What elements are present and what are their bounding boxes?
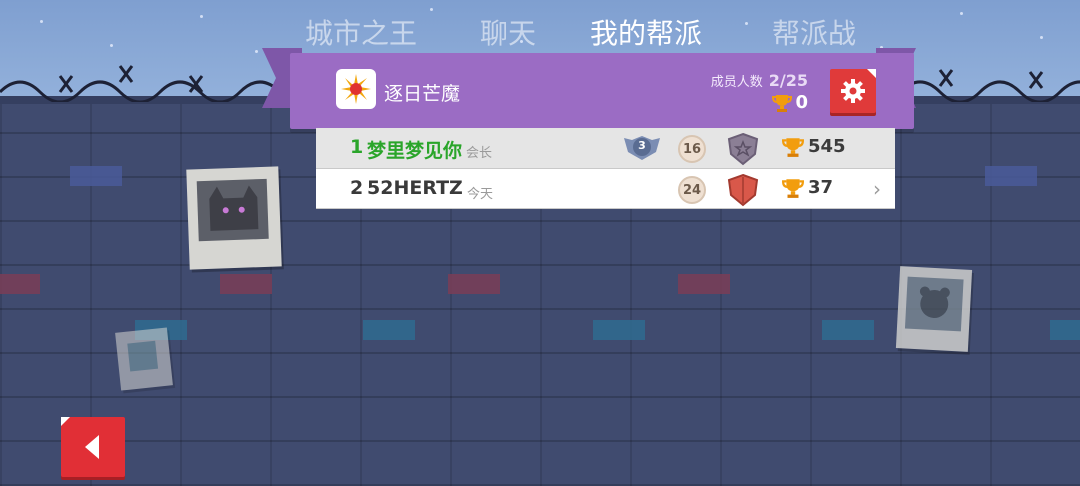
wall-brick — [985, 166, 1037, 186]
sun-emblem-icon — [336, 69, 376, 109]
tab-gang-war[interactable]: 帮派战 — [772, 12, 856, 52]
wall-brick — [0, 274, 40, 294]
member-role: 会长 — [466, 146, 493, 161]
wall-poster-small — [115, 327, 173, 391]
back-button[interactable] — [61, 417, 125, 477]
gang-name: 逐日芒魔 — [384, 83, 461, 105]
wall-brick — [678, 274, 730, 294]
cat-silhouette-icon — [196, 178, 269, 242]
gang-trophy-value: 0 — [795, 92, 808, 113]
wall-brick — [70, 166, 122, 186]
gang-trophy-total: 0 — [772, 92, 808, 113]
tab-chat[interactable]: 聊天 — [480, 12, 536, 52]
member-name: 梦里梦见你 — [367, 140, 463, 162]
member-level: 24 — [678, 176, 706, 204]
wall-brick — [363, 320, 415, 340]
member-list: 1 梦里梦见你 会长 3 16 545 2 52HERTZ 今天 24 37 › — [316, 128, 895, 209]
member-row[interactable]: 1 梦里梦见你 会长 3 16 545 — [316, 128, 895, 169]
member-trophy-value: 545 — [808, 136, 846, 157]
wall-poster-cat — [186, 166, 282, 270]
members-count: 2/25 — [768, 71, 808, 90]
member-count-group: 成员人数 2/25 — [711, 71, 808, 90]
bear-silhouette-icon — [904, 276, 964, 332]
chevron-right-icon[interactable]: › — [873, 177, 881, 201]
arrow-left-icon — [85, 435, 99, 459]
member-name: 52HERTZ — [367, 177, 463, 199]
member-level: 16 — [678, 135, 706, 163]
member-trophies: 37 — [782, 177, 833, 198]
wall-brick — [593, 320, 645, 340]
rank-badge-level: 3 — [638, 139, 646, 152]
trophy-icon — [782, 178, 804, 198]
member-last-seen: 今天 — [467, 187, 494, 202]
top-tab-bar: 城市之王 聊天 我的帮派 帮派战 — [0, 12, 1080, 52]
game-screen: 城市之王 聊天 我的帮派 帮派战 逐日芒魔 成员人数 2/25 0 1 梦里梦见… — [0, 0, 1080, 486]
wall-brick — [220, 274, 272, 294]
league-shield-icon — [726, 173, 760, 211]
tab-city-king[interactable]: 城市之王 — [305, 12, 417, 52]
wall-brick — [448, 274, 500, 294]
gang-header-banner: 逐日芒魔 成员人数 2/25 0 — [290, 53, 914, 129]
members-label: 成员人数 — [710, 75, 763, 90]
trophy-icon — [782, 137, 804, 157]
member-trophies: 545 — [782, 136, 846, 157]
wall-poster-bear — [895, 266, 973, 352]
settings-button[interactable] — [830, 69, 876, 113]
wall-brick — [822, 320, 874, 340]
gear-icon — [841, 79, 865, 103]
league-shield-icon — [726, 132, 760, 170]
member-rank: 2 — [350, 177, 364, 199]
wall-brick — [1050, 320, 1080, 340]
tab-my-gang[interactable]: 我的帮派 — [590, 12, 702, 52]
trophy-icon — [772, 94, 793, 112]
member-row[interactable]: 2 52HERTZ 今天 24 37 › — [316, 169, 895, 209]
rank-badge-icon: 3 — [622, 134, 662, 166]
member-trophy-value: 37 — [808, 177, 834, 198]
member-rank: 1 — [350, 136, 364, 158]
